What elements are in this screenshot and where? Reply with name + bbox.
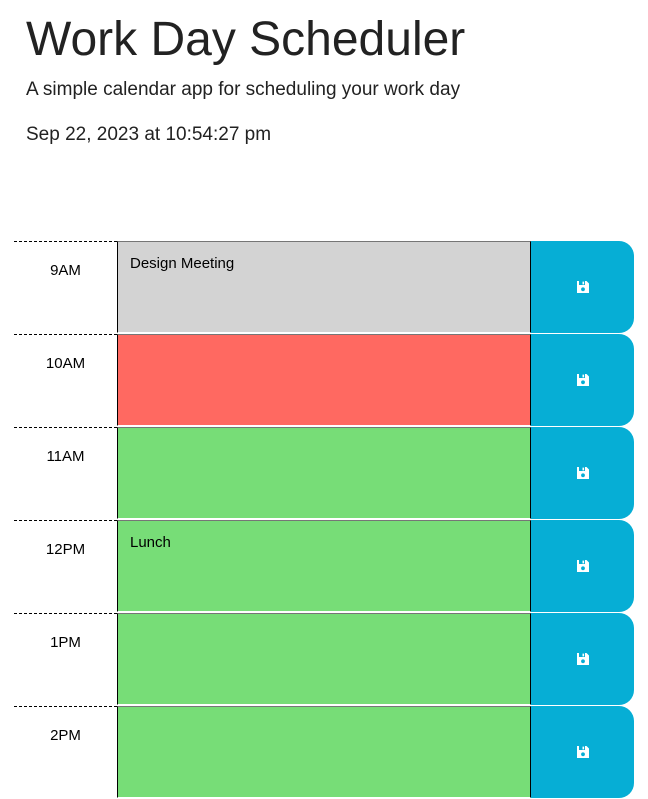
event-description-input[interactable] [117, 427, 531, 519]
save-button[interactable] [531, 334, 634, 426]
save-button[interactable] [531, 241, 634, 333]
hour-label: 10AM [14, 334, 117, 426]
time-block-row: 1PM [14, 613, 634, 706]
floppy-disk-icon [576, 652, 590, 666]
page-title: Work Day Scheduler [26, 13, 466, 66]
floppy-disk-icon [576, 280, 590, 294]
hour-label: 12PM [14, 520, 117, 612]
hour-label: 1PM [14, 613, 117, 705]
event-description-input[interactable] [117, 613, 531, 705]
time-block-row: 9AM Design Meeting [14, 241, 634, 334]
schedule-container: 9AM Design Meeting 10AM 11AM 12PM Lunch [14, 241, 634, 799]
time-block-row: 10AM [14, 334, 634, 427]
event-description-input[interactable] [117, 706, 531, 798]
hour-label: 2PM [14, 706, 117, 798]
event-description-input[interactable]: Lunch [117, 520, 531, 612]
time-block-row: 2PM [14, 706, 634, 799]
hour-label: 9AM [14, 241, 117, 333]
current-datetime: Sep 22, 2023 at 10:54:27 pm [26, 124, 272, 145]
event-description-input[interactable] [117, 334, 531, 426]
save-button[interactable] [531, 706, 634, 798]
time-block-row: 11AM [14, 427, 634, 520]
floppy-disk-icon [576, 745, 590, 759]
page-subtitle: A simple calendar app for scheduling you… [26, 79, 461, 100]
hour-label: 11AM [14, 427, 117, 519]
save-button[interactable] [531, 520, 634, 612]
save-button[interactable] [531, 613, 634, 705]
floppy-disk-icon [576, 559, 590, 573]
save-button[interactable] [531, 427, 634, 519]
event-description-input[interactable]: Design Meeting [117, 241, 531, 333]
time-block-row: 12PM Lunch [14, 520, 634, 613]
floppy-disk-icon [576, 373, 590, 387]
floppy-disk-icon [576, 466, 590, 480]
